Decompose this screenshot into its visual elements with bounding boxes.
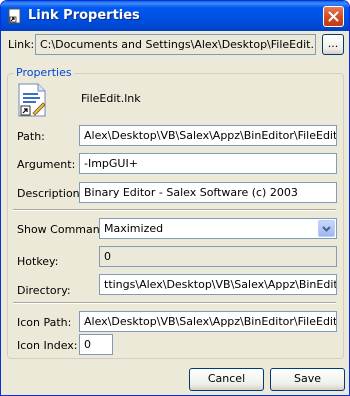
icon-index-label: Icon Index: — [17, 339, 78, 352]
dropdown-button[interactable] — [318, 220, 335, 237]
link-properties-window: Link Properties Link: C:\Documents and S… — [0, 0, 350, 396]
icon-index-input[interactable]: 0 — [79, 334, 113, 355]
cancel-button[interactable]: Cancel — [189, 368, 264, 391]
file-name-text: FileEdit.lnk — [81, 92, 141, 105]
separator — [13, 302, 336, 304]
show-command-value: Maximized — [104, 222, 164, 235]
argument-input[interactable]: -ImpGUI+ — [79, 153, 337, 174]
hotkey-label: Hotkey: — [17, 255, 59, 268]
link-label: Link: — [8, 38, 35, 51]
show-command-label: Show Command: — [17, 223, 111, 236]
icon-path-label: Icon Path: — [17, 316, 72, 329]
separator — [13, 209, 336, 211]
description-input[interactable]: Binary Editor - Salex Software (c) 2003 — [79, 182, 337, 203]
link-app-icon — [7, 8, 23, 24]
close-icon — [328, 11, 339, 22]
close-button[interactable] — [323, 6, 344, 27]
show-command-select[interactable]: Maximized — [99, 218, 337, 239]
save-button[interactable]: Save — [270, 368, 345, 391]
browse-button[interactable]: ... — [322, 34, 344, 55]
window-title: Link Properties — [28, 8, 140, 23]
title-bar[interactable]: Link Properties — [1, 1, 349, 31]
directory-input[interactable]: ttings\Alex\Desktop\VB\Salex\Appz\BinEdi… — [99, 274, 337, 295]
shortcut-file-icon — [17, 83, 47, 117]
argument-label: Argument: — [17, 158, 76, 171]
directory-label: Directory: — [17, 284, 71, 297]
path-label: Path: — [17, 130, 45, 143]
properties-group-label: Properties — [14, 66, 74, 79]
icon-path-input[interactable]: Alex\Desktop\VB\Salex\Appz\BinEditor\Fil… — [79, 311, 337, 332]
description-label: Description: — [17, 187, 84, 200]
chevron-down-icon — [322, 226, 331, 232]
path-input[interactable]: Alex\Desktop\VB\Salex\Appz\BinEditor\Fil… — [79, 125, 337, 146]
hotkey-field[interactable]: 0 — [99, 246, 337, 267]
link-path-field[interactable]: C:\Documents and Settings\Alex\Desktop\F… — [35, 34, 316, 55]
